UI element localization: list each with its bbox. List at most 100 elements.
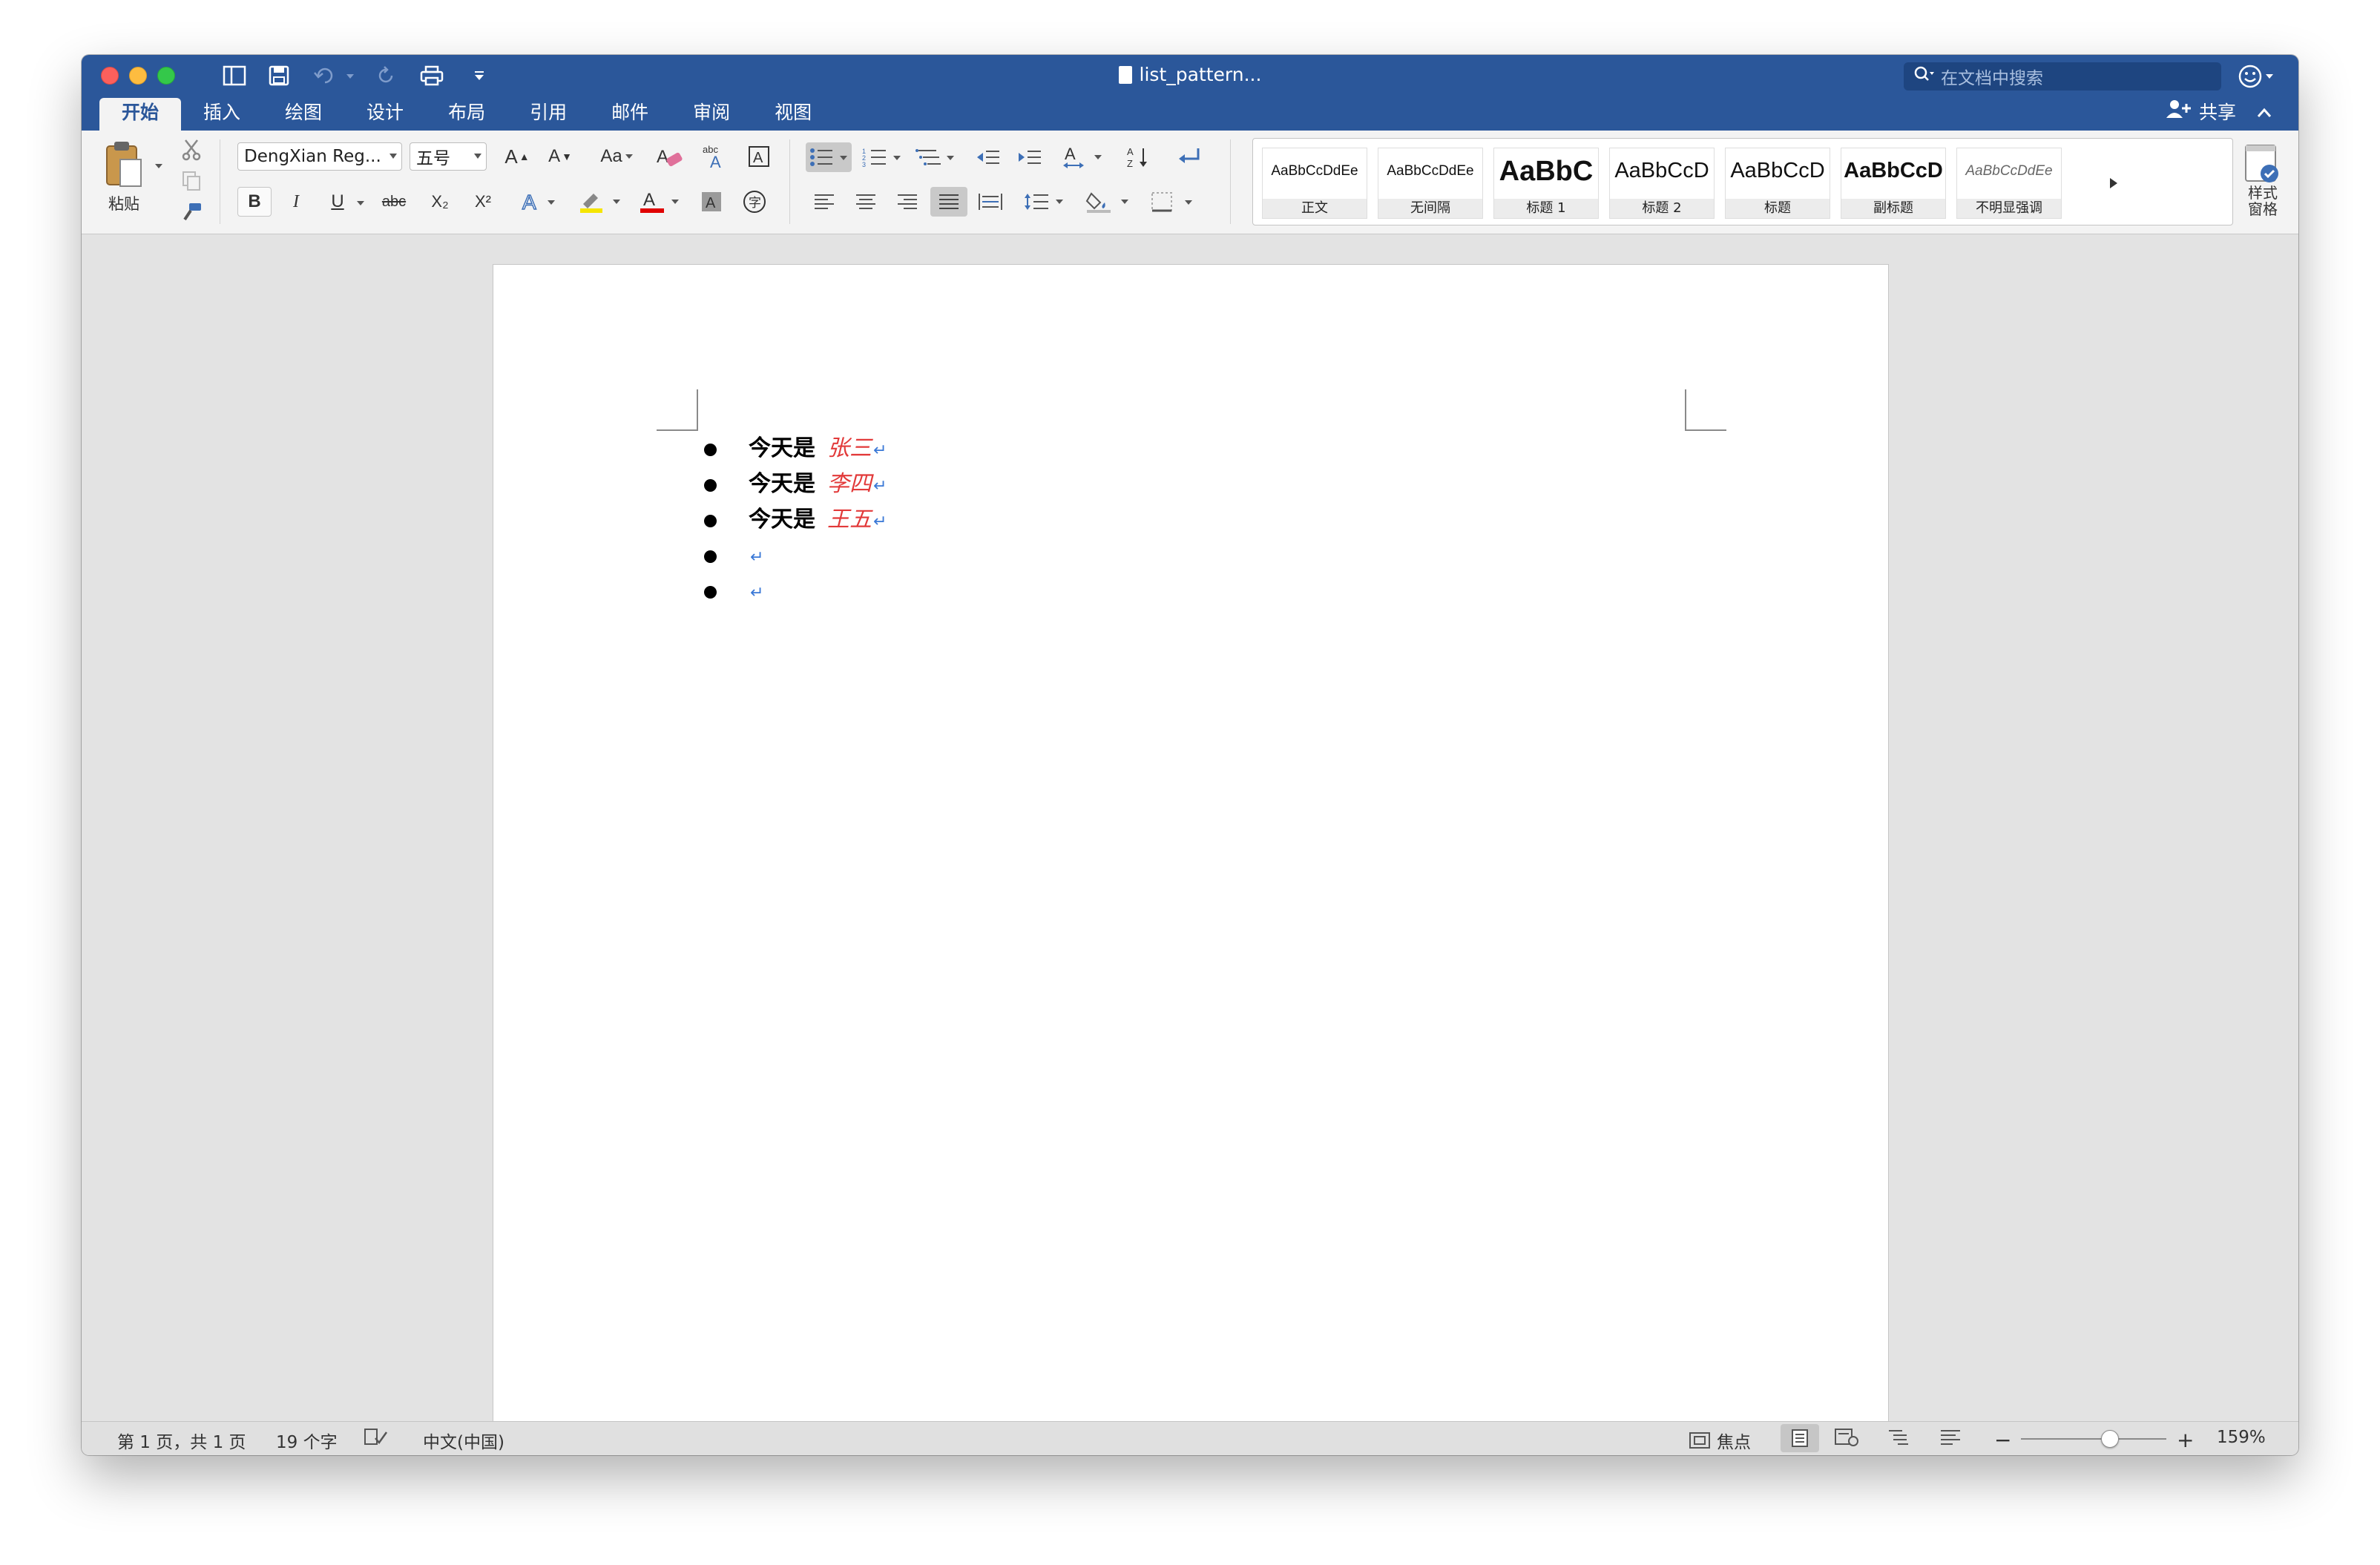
tab-design[interactable]: 设计 bbox=[344, 98, 426, 131]
tab-draw[interactable]: 绘图 bbox=[263, 98, 344, 131]
font-size-dropdown[interactable]: 五号 bbox=[410, 142, 487, 171]
status-bar: 第 1 页，共 1 页 19 个字 中文(中国) 焦点 − + 159% bbox=[82, 1421, 2298, 1455]
style-subtitle[interactable]: AaBbCcD 副标题 bbox=[1841, 148, 1946, 219]
bullets-button[interactable] bbox=[806, 142, 852, 172]
text-direction-icon[interactable]: A bbox=[1058, 142, 1110, 172]
underline-button[interactable]: U bbox=[320, 187, 355, 217]
zoom-level[interactable]: 159% bbox=[2217, 1428, 2266, 1447]
tab-references[interactable]: 引用 bbox=[507, 98, 589, 131]
web-layout-view-icon[interactable] bbox=[1834, 1428, 1859, 1447]
styles-pane-icon bbox=[2245, 145, 2278, 182]
character-border-icon[interactable]: A bbox=[739, 142, 779, 171]
change-case-button[interactable]: Aa bbox=[591, 142, 642, 171]
page-count[interactable]: 第 1 页，共 1 页 bbox=[117, 1428, 246, 1453]
italic-button[interactable]: I bbox=[279, 187, 313, 217]
document-page[interactable]: 今天是 张三↵ 今天是 李四↵ 今天是 王五↵ ↵ ↵ bbox=[493, 264, 1889, 1421]
search-input[interactable]: 在文档中搜索 bbox=[1904, 62, 2221, 90]
svg-text:字: 字 bbox=[749, 196, 761, 211]
title-bar: list_pattern... 在文档中搜索 开始 插入 绘图 设计 布局 引用… bbox=[82, 55, 2298, 131]
align-center-icon[interactable] bbox=[847, 187, 884, 217]
style-title[interactable]: AaBbCcD 标题 bbox=[1725, 148, 1830, 219]
phonetic-guide-icon[interactable]: abc A bbox=[694, 142, 734, 171]
text-effects-icon[interactable]: A bbox=[516, 187, 565, 217]
share-button[interactable]: 共享 bbox=[2166, 98, 2272, 125]
shrink-font-button[interactable]: A ▼ bbox=[540, 142, 580, 171]
print-layout-view-icon[interactable] bbox=[1781, 1424, 1819, 1452]
zoom-out-icon[interactable]: − bbox=[1994, 1428, 2011, 1452]
svg-text:3: 3 bbox=[862, 161, 866, 168]
ribbon: 粘贴 DengXian Reg... 五号 A ▲ A ▼ Aa A abc A A bbox=[82, 131, 2298, 234]
style-heading-1[interactable]: AaBbC 标题 1 bbox=[1493, 148, 1599, 219]
svg-text:A: A bbox=[753, 150, 763, 166]
font-name-dropdown[interactable]: DengXian Reg... bbox=[237, 142, 402, 171]
style-heading-2[interactable]: AaBbCcD 标题 2 bbox=[1609, 148, 1715, 219]
paragraph-shading-icon[interactable] bbox=[1082, 187, 1138, 217]
outline-view-icon[interactable] bbox=[1887, 1428, 1910, 1447]
underline-options-caret[interactable] bbox=[355, 199, 366, 208]
enclose-characters-icon[interactable]: 字 bbox=[734, 187, 775, 217]
style-normal[interactable]: AaBbCcDdEe 正文 bbox=[1262, 148, 1367, 219]
copy-icon[interactable] bbox=[177, 168, 206, 194]
justify-icon[interactable] bbox=[930, 187, 967, 217]
styles-more-arrow-icon[interactable] bbox=[2099, 168, 2128, 198]
zoom-slider[interactable] bbox=[2021, 1438, 2166, 1440]
clipboard-icon bbox=[106, 142, 142, 187]
tab-view[interactable]: 视图 bbox=[752, 98, 834, 131]
svg-text:A: A bbox=[522, 191, 536, 214]
svg-text:A: A bbox=[1065, 145, 1076, 163]
word-count[interactable]: 19 个字 bbox=[276, 1428, 338, 1453]
distributed-align-icon[interactable] bbox=[972, 187, 1009, 217]
paste-options-caret[interactable] bbox=[151, 159, 166, 174]
ribbon-tabs: 开始 插入 绘图 设计 布局 引用 邮件 审阅 视图 bbox=[99, 95, 834, 131]
svg-text:Z: Z bbox=[1127, 158, 1133, 169]
document-icon bbox=[1118, 66, 1132, 84]
collapse-ribbon-icon[interactable] bbox=[2257, 101, 2272, 122]
tab-layout[interactable]: 布局 bbox=[426, 98, 507, 131]
zoom-slider-handle[interactable] bbox=[2101, 1430, 2119, 1448]
focus-icon bbox=[1689, 1432, 1710, 1449]
svg-text:A: A bbox=[657, 147, 668, 167]
superscript-button[interactable]: X² bbox=[463, 187, 503, 217]
strikethrough-button[interactable]: abc bbox=[372, 187, 415, 217]
word-window: list_pattern... 在文档中搜索 开始 插入 绘图 设计 布局 引用… bbox=[82, 55, 2298, 1455]
tab-review[interactable]: 审阅 bbox=[671, 98, 752, 131]
focus-mode-button[interactable]: 焦点 bbox=[1689, 1428, 1751, 1453]
numbering-button[interactable]: 123 bbox=[859, 142, 905, 172]
grow-font-button[interactable]: A ▲ bbox=[497, 142, 537, 171]
highlight-color-icon[interactable] bbox=[573, 187, 631, 217]
multilevel-list-button[interactable] bbox=[913, 142, 959, 172]
tab-mailings[interactable]: 邮件 bbox=[589, 98, 671, 131]
format-painter-icon[interactable] bbox=[177, 199, 206, 225]
decrease-indent-icon[interactable] bbox=[969, 142, 1006, 172]
bold-button[interactable]: B bbox=[237, 187, 272, 217]
svg-text:A: A bbox=[706, 195, 716, 211]
increase-indent-icon[interactable] bbox=[1010, 142, 1048, 172]
language-indicator[interactable]: 中文(中国) bbox=[423, 1428, 504, 1453]
styles-pane-button[interactable]: 样式 窗格 bbox=[2241, 136, 2285, 225]
proofing-icon[interactable] bbox=[364, 1428, 389, 1447]
bullet-icon bbox=[704, 550, 717, 563]
align-left-icon[interactable] bbox=[806, 187, 843, 217]
tab-insert[interactable]: 插入 bbox=[181, 98, 263, 131]
ribbon-separator bbox=[789, 139, 790, 224]
character-shading-icon[interactable]: A bbox=[694, 187, 729, 217]
styles-gallery: AaBbCcDdEe 正文 AaBbCcDdEe 无间隔 AaBbC 标题 1 … bbox=[1252, 138, 2233, 225]
clear-formatting-icon[interactable]: A bbox=[650, 142, 690, 171]
feedback-smiley-icon[interactable] bbox=[2238, 62, 2282, 90]
sort-icon[interactable]: AZ bbox=[1119, 142, 1159, 172]
cut-icon[interactable] bbox=[177, 136, 206, 163]
borders-icon[interactable] bbox=[1145, 187, 1202, 217]
line-spacing-icon[interactable] bbox=[1019, 187, 1071, 217]
zoom-in-icon[interactable]: + bbox=[2177, 1428, 2194, 1452]
align-right-icon[interactable] bbox=[889, 187, 926, 217]
draft-view-icon[interactable] bbox=[1939, 1428, 1962, 1447]
tab-home[interactable]: 开始 bbox=[99, 98, 182, 131]
style-no-spacing[interactable]: AaBbCcDdEe 无间隔 bbox=[1378, 148, 1483, 219]
search-icon bbox=[1914, 66, 1935, 87]
show-formatting-marks-icon[interactable] bbox=[1169, 142, 1209, 172]
paste-button[interactable]: 粘贴 bbox=[98, 136, 150, 218]
subscript-button[interactable]: X₂ bbox=[420, 187, 460, 217]
margin-corner-mark bbox=[657, 389, 698, 431]
font-color-icon[interactable]: A bbox=[634, 187, 690, 217]
style-subtle-emphasis[interactable]: AaBbCcDdEe 不明显强调 bbox=[1956, 148, 2062, 219]
